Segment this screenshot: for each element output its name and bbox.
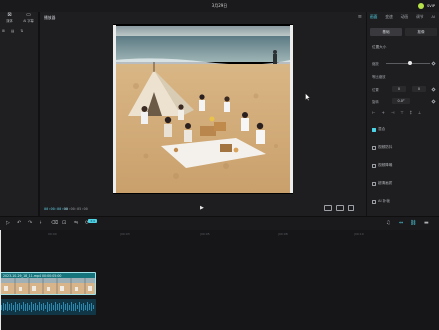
tab-animation[interactable]: 动画 bbox=[401, 14, 409, 22]
delete-icon[interactable]: ⌫ bbox=[51, 221, 58, 226]
list-view-icon[interactable]: ▤ bbox=[11, 29, 14, 35]
fit-screen-icon[interactable] bbox=[336, 205, 344, 211]
play-button[interactable]: ▶ bbox=[200, 206, 206, 212]
media-icon: ⊠ bbox=[7, 12, 12, 18]
window-title: 3月29日 bbox=[211, 3, 228, 8]
left-toolbar: ⊞ ▤ ⇅ bbox=[2, 29, 36, 35]
position-y-field[interactable]: 0 bbox=[412, 86, 426, 92]
snap-icon[interactable]: ⇔ bbox=[399, 221, 403, 226]
properties-subtabs: 基础 抠像 bbox=[370, 28, 439, 36]
align-top-icon[interactable]: ⊤ bbox=[400, 110, 403, 115]
split-icon[interactable]: ⟊ bbox=[40, 221, 41, 226]
left-panel: ⊠ 媒体 ▭ AI 字幕 ⊞ ▤ ⇅ bbox=[0, 12, 38, 216]
align-center-icon[interactable]: + bbox=[381, 110, 384, 115]
ruler-tick: |00:08 bbox=[278, 232, 288, 236]
frame-interp-label: AI 补帧 bbox=[378, 199, 390, 203]
align-right-icon[interactable]: ⊣ bbox=[391, 110, 394, 115]
player-title: 播放器 bbox=[44, 15, 56, 20]
ratio-badge: 3:4 bbox=[88, 219, 97, 223]
ratio-icon[interactable] bbox=[324, 205, 332, 211]
player-header: 播放器 ≡ bbox=[40, 12, 366, 24]
stabilize-checkbox[interactable] bbox=[372, 146, 376, 150]
grid-view-icon[interactable]: ⊞ bbox=[2, 29, 5, 35]
account-area[interactable]: SVIP bbox=[418, 2, 435, 10]
vip-label: SVIP bbox=[427, 4, 435, 8]
audio-clip[interactable] bbox=[0, 299, 96, 315]
ruler-tick: |00:03 bbox=[120, 232, 130, 236]
timeline-ruler[interactable] bbox=[0, 230, 439, 238]
align-middle-icon[interactable]: ‡ bbox=[410, 110, 412, 115]
ai-subtitle-icon: ▭ bbox=[26, 12, 31, 18]
uniform-scale-label: 等比缩放 bbox=[372, 75, 386, 79]
microphone-icon[interactable]: ♫ bbox=[386, 221, 390, 226]
stabilize-label: 视频防抖 bbox=[378, 145, 393, 149]
undo-icon[interactable]: ↶ bbox=[17, 221, 21, 226]
crop-icon[interactable]: ⊡ bbox=[62, 221, 66, 226]
player-menu-icon[interactable]: ≡ bbox=[358, 14, 362, 20]
ruler-tick: 00:00 bbox=[48, 232, 57, 236]
section-position-size: 位置大小 bbox=[372, 45, 387, 49]
select-tool-icon[interactable]: ▷ bbox=[6, 221, 10, 226]
mirror-icon[interactable]: ⇋ bbox=[74, 221, 78, 226]
subtab-basic[interactable]: 基础 bbox=[370, 28, 402, 36]
vip-icon bbox=[418, 3, 425, 9]
denoise-checkbox[interactable] bbox=[372, 164, 376, 168]
tab-ai-subtitle-label: AI 字幕 bbox=[23, 19, 34, 23]
tab-ai-subtitle[interactable]: ▭ AI 字幕 bbox=[19, 12, 38, 26]
fullscreen-icon[interactable] bbox=[348, 205, 354, 211]
clip-thumbnails bbox=[1, 278, 95, 294]
tab-picture[interactable]: 画面 bbox=[370, 14, 378, 22]
title-bar: 3月29日 SVIP bbox=[0, 0, 439, 12]
subtab-cutout[interactable]: 抠像 bbox=[405, 28, 437, 36]
align-buttons: ⊢ + ⊣ ⊤ ‡ ⊥ bbox=[372, 110, 421, 115]
scale-slider-knob[interactable] bbox=[408, 61, 412, 65]
frame-interp-checkbox[interactable] bbox=[372, 200, 376, 204]
tab-speed[interactable]: 变速 bbox=[385, 14, 393, 22]
clip-name: 2023-10-29_18_11.mp4 00:00:05:00 bbox=[3, 273, 62, 278]
sort-icon[interactable]: ⇅ bbox=[20, 29, 23, 35]
ruler-tick: |00:05 bbox=[200, 232, 210, 236]
blend-label: 混合 bbox=[378, 127, 386, 131]
align-left-icon[interactable]: ⊢ bbox=[372, 110, 375, 115]
video-clip[interactable]: 2023-10-29_18_11.mp4 00:00:05:00 bbox=[0, 272, 96, 295]
mouse-cursor-icon bbox=[305, 93, 311, 101]
scale-label: 缩放 bbox=[372, 62, 379, 66]
rotate-field[interactable]: 0.0° bbox=[392, 98, 410, 104]
timeline-playhead[interactable] bbox=[0, 230, 1, 330]
zoom-icon[interactable]: ▬ bbox=[424, 221, 429, 226]
position-label: 位置 bbox=[372, 88, 379, 92]
beach-scene-image bbox=[116, 26, 290, 193]
link-icon[interactable]: ⛓ bbox=[410, 221, 416, 226]
align-bottom-icon[interactable]: ⊥ bbox=[418, 110, 421, 115]
tab-ai[interactable]: AI bbox=[431, 14, 435, 22]
tab-adjust[interactable]: 调节 bbox=[416, 14, 424, 22]
blend-checkbox[interactable] bbox=[372, 128, 376, 132]
left-tabs: ⊠ 媒体 ▭ AI 字幕 bbox=[0, 12, 38, 26]
audio-waveform bbox=[0, 299, 96, 315]
total-timecode: 00:00:05:00 bbox=[64, 207, 88, 211]
super-resolution-checkbox[interactable] bbox=[372, 182, 376, 186]
properties-tabs: 画面 变速 动画 调节 AI bbox=[366, 14, 439, 22]
ruler-tick: |00:10 bbox=[354, 232, 364, 236]
redo-icon[interactable]: ↷ bbox=[28, 221, 32, 226]
tab-media-label: 媒体 bbox=[6, 19, 13, 23]
rotate-label: 旋转 bbox=[372, 100, 379, 104]
super-resolution-label: 超清画质 bbox=[378, 181, 393, 185]
position-x-field[interactable]: 0 bbox=[392, 86, 406, 92]
tab-media[interactable]: ⊠ 媒体 bbox=[0, 12, 19, 26]
denoise-label: 视频降噪 bbox=[378, 163, 393, 167]
preview-frame[interactable] bbox=[116, 26, 290, 193]
crop-handle-right[interactable] bbox=[290, 25, 293, 193]
